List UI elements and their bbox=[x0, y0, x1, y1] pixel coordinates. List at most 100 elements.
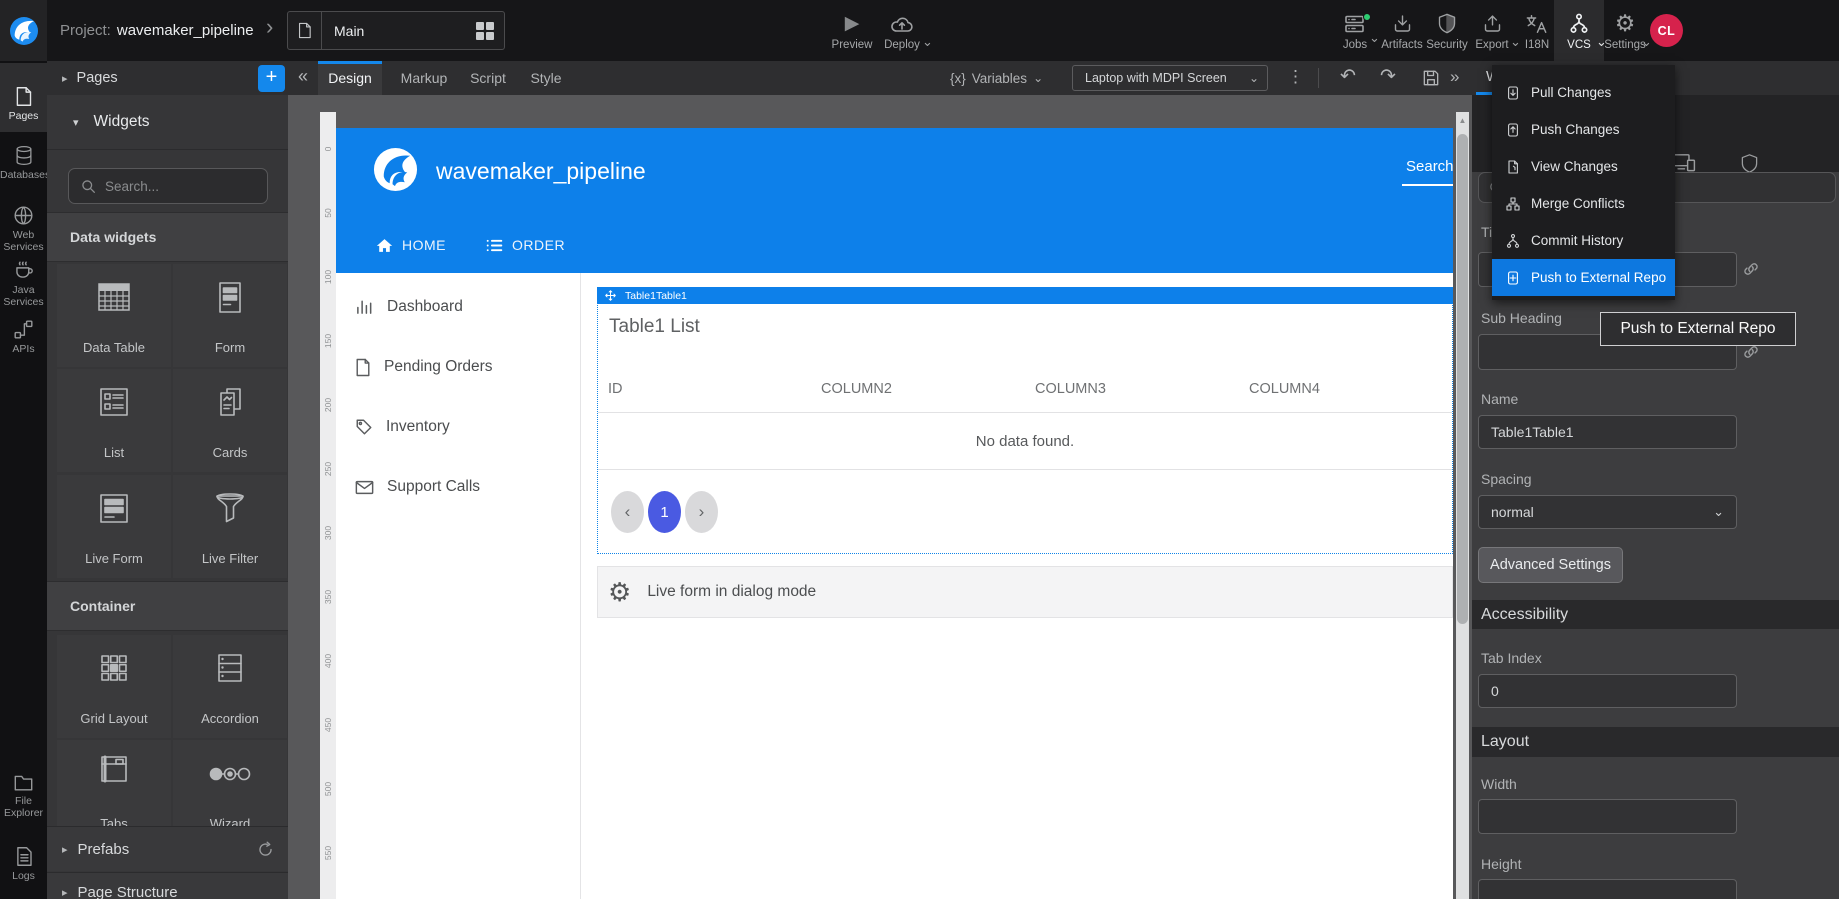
spacing-select[interactable]: normal ⌄ bbox=[1478, 495, 1737, 529]
widget-tile-cards[interactable]: Cards bbox=[173, 369, 287, 472]
title-bind-link-icon[interactable] bbox=[1742, 260, 1760, 278]
menu-item-push-to-external-repo[interactable]: Push to External Repo bbox=[1492, 259, 1675, 296]
project-name: wavemaker_pipeline bbox=[117, 22, 254, 39]
rail-item-file-explorer[interactable]: File Explorer bbox=[0, 773, 47, 819]
list-icon bbox=[57, 385, 171, 419]
expand-panel-icon[interactable]: » bbox=[1450, 67, 1459, 87]
widget-tile-live-form[interactable]: Live Form bbox=[57, 475, 171, 578]
variables-icon: {x} bbox=[950, 71, 966, 86]
column-header-id[interactable]: ID bbox=[608, 381, 623, 397]
search-icon bbox=[81, 179, 96, 194]
widget-tile-list[interactable]: List bbox=[57, 369, 171, 472]
pagination-next-button[interactable]: › bbox=[685, 491, 718, 533]
app-menu-pending-orders[interactable]: Pending Orders bbox=[355, 353, 493, 381]
widget-tile-form[interactable]: Form bbox=[173, 264, 287, 367]
rail-item-logs[interactable]: Logs bbox=[0, 846, 47, 882]
deploy-button[interactable]: Deploy bbox=[876, 0, 928, 61]
wavemaker-logo-icon bbox=[8, 15, 40, 47]
page-structure-section-header[interactable]: ▸ Page Structure bbox=[47, 872, 288, 899]
column-header-column4[interactable]: COLUMN4 bbox=[1249, 381, 1320, 397]
wavemaker-logo[interactable] bbox=[0, 0, 47, 61]
table-widget-selected[interactable]: Table1Table1 Table1 List ID COLUMN2 COLU… bbox=[597, 287, 1453, 554]
column-header-column3[interactable]: COLUMN3 bbox=[1035, 381, 1106, 397]
tab-design[interactable]: Design bbox=[318, 61, 382, 95]
cards-icon bbox=[173, 385, 287, 420]
widget-tile-accordion[interactable]: Accordion bbox=[173, 635, 287, 738]
redo-icon[interactable]: ↷ bbox=[1380, 65, 1396, 88]
pull-changes-icon bbox=[1505, 85, 1521, 101]
accordion-icon bbox=[173, 651, 287, 685]
pagination-page-1[interactable]: 1 bbox=[648, 491, 681, 533]
name-input[interactable] bbox=[1478, 415, 1737, 449]
rail-item-apis[interactable]: APIs bbox=[0, 319, 47, 355]
height-input[interactable] bbox=[1478, 879, 1737, 899]
app-menu-support-calls[interactable]: Support Calls bbox=[355, 473, 480, 501]
widget-tile-data-table[interactable]: Data Table bbox=[57, 264, 171, 367]
app-search-link[interactable]: Search bbox=[1406, 158, 1453, 175]
order-list-icon bbox=[486, 238, 503, 253]
play-icon: ▶ bbox=[845, 11, 860, 35]
shield-icon[interactable] bbox=[1740, 153, 1759, 174]
width-input[interactable] bbox=[1478, 799, 1737, 834]
canvas-scrollbar[interactable]: ▲ bbox=[1456, 112, 1469, 899]
menu-item-push-changes[interactable]: Push Changes bbox=[1492, 111, 1675, 148]
advanced-settings-button[interactable]: Advanced Settings bbox=[1478, 547, 1623, 583]
move-handle-icon[interactable] bbox=[605, 290, 616, 301]
app-nav-home[interactable]: HOME bbox=[376, 231, 446, 259]
widget-selection-bar[interactable]: Table1Table1 bbox=[597, 287, 1453, 304]
width-label: Width bbox=[1481, 776, 1517, 792]
vcs-button[interactable]: VCS bbox=[1553, 0, 1605, 61]
scroll-up-icon[interactable]: ▲ bbox=[1456, 116, 1469, 125]
app-menu-dashboard[interactable]: Dashboard bbox=[355, 293, 463, 321]
preview-button[interactable]: ▶ Preview bbox=[826, 0, 878, 61]
user-avatar[interactable]: CL bbox=[1650, 14, 1683, 47]
scrollbar-thumb[interactable] bbox=[1457, 134, 1468, 624]
section-layout[interactable]: Layout bbox=[1472, 727, 1839, 757]
menu-item-pull-changes[interactable]: Pull Changes bbox=[1492, 74, 1675, 111]
pages-section-header[interactable]: ▸ Pages bbox=[47, 61, 288, 95]
undo-icon[interactable]: ↶ bbox=[1340, 65, 1356, 88]
variables-chevron-icon: ⌄ bbox=[1033, 71, 1043, 85]
responsive-device-icon[interactable] bbox=[1672, 153, 1696, 172]
rail-item-pages[interactable]: Pages bbox=[0, 63, 47, 132]
menu-item-merge-conflicts[interactable]: Merge Conflicts bbox=[1492, 185, 1675, 222]
variables-button[interactable]: {x} Variables ⌄ bbox=[950, 61, 1043, 95]
section-accessibility[interactable]: Accessibility bbox=[1472, 600, 1839, 629]
tab-style[interactable]: Style bbox=[524, 61, 568, 95]
app-menu-inventory[interactable]: Inventory bbox=[355, 413, 450, 441]
page-icon bbox=[288, 12, 322, 49]
tab-index-input[interactable] bbox=[1478, 674, 1737, 708]
document-icon bbox=[355, 358, 371, 377]
tab-markup[interactable]: Markup bbox=[396, 61, 452, 95]
widget-tile-live-filter[interactable]: Live Filter bbox=[173, 475, 287, 578]
rail-item-web-services[interactable]: Web Services bbox=[0, 205, 47, 253]
prefabs-section-header[interactable]: ▸ Prefabs bbox=[47, 826, 288, 871]
page-tab-main[interactable]: Main bbox=[287, 11, 505, 50]
live-form-widget[interactable]: ⚙ Live form in dialog mode bbox=[597, 566, 1453, 618]
widget-search-input[interactable]: Search... bbox=[68, 168, 268, 204]
prefabs-caret-icon: ▸ bbox=[62, 843, 68, 856]
widget-tile-grid-layout[interactable]: Grid Layout bbox=[57, 635, 171, 738]
tab-script[interactable]: Script bbox=[464, 61, 512, 95]
menu-item-commit-history[interactable]: Commit History bbox=[1492, 222, 1675, 259]
pagination-prev-button[interactable]: ‹ bbox=[611, 491, 644, 533]
collapse-panel-icon[interactable]: « bbox=[298, 66, 308, 87]
page-layout-grid-icon[interactable] bbox=[476, 22, 494, 40]
refresh-icon[interactable] bbox=[257, 841, 274, 858]
add-page-button[interactable]: + bbox=[258, 65, 285, 92]
menu-item-view-changes[interactable]: View Changes bbox=[1492, 148, 1675, 185]
globe-icon bbox=[0, 205, 47, 226]
section-container: Container bbox=[47, 581, 288, 631]
settings-button[interactable]: ⚙ Settings bbox=[1599, 0, 1651, 61]
push-external-repo-icon bbox=[1505, 270, 1521, 286]
more-menu-icon[interactable]: ⋮ bbox=[1287, 67, 1304, 87]
device-select[interactable]: Laptop with MDPI Screen ⌄ bbox=[1072, 65, 1268, 91]
gear-icon: ⚙ bbox=[608, 577, 631, 608]
rail-item-databases[interactable]: Databases bbox=[0, 145, 47, 181]
save-icon[interactable] bbox=[1421, 68, 1441, 88]
deploy-chevron-icon[interactable]: ⌄ bbox=[922, 34, 933, 50]
app-nav-order[interactable]: ORDER bbox=[486, 231, 565, 259]
rail-item-java-services[interactable]: Java Services bbox=[0, 260, 47, 308]
widgets-section-header[interactable]: ▾ Widgets bbox=[47, 95, 288, 150]
column-header-column2[interactable]: COLUMN2 bbox=[821, 381, 892, 397]
